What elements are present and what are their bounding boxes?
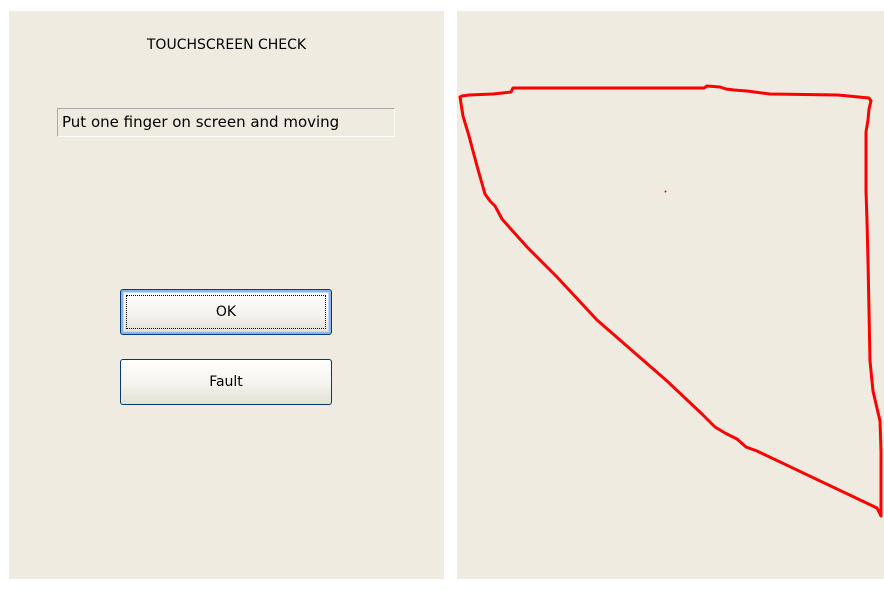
touchscreen-check-window: TOUCHSCREEN CHECK Put one finger on scre… xyxy=(0,0,884,590)
page-title: TOUCHSCREEN CHECK xyxy=(146,37,307,53)
fault-button[interactable]: Fault xyxy=(120,359,332,405)
touch-trace-dot xyxy=(664,190,667,193)
instruction-text-box: Put one finger on screen and moving xyxy=(57,108,395,137)
instruction-text: Put one finger on screen and moving xyxy=(62,113,340,131)
touch-trace-canvas xyxy=(458,84,883,518)
touch-drawing-area[interactable] xyxy=(457,11,884,579)
touch-trace-line xyxy=(458,84,883,518)
fault-button-label: Fault xyxy=(209,374,243,390)
ok-button[interactable]: OK xyxy=(120,289,332,335)
control-panel: TOUCHSCREEN CHECK Put one finger on scre… xyxy=(9,11,444,579)
ok-button-label: OK xyxy=(215,304,237,320)
